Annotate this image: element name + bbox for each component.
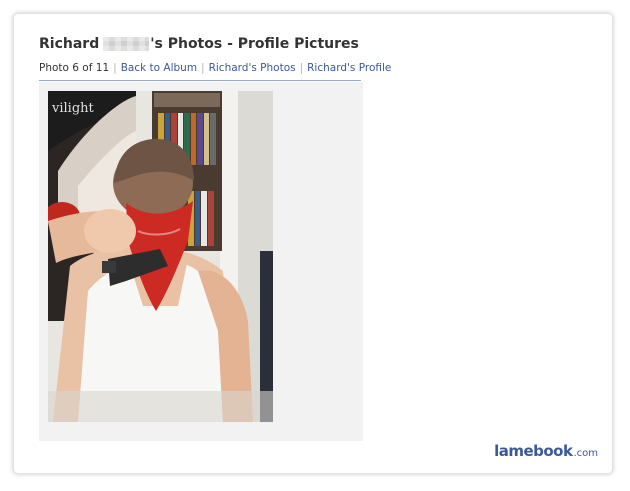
title-name: Richard	[39, 36, 100, 52]
censored-surname-block	[103, 37, 150, 51]
separator: |	[113, 62, 117, 74]
separator: |	[201, 62, 205, 74]
lamebook-logo[interactable]: lamebook.com	[494, 442, 598, 460]
title-suffix: 's Photos - Profile Pictures	[150, 36, 359, 52]
brand-suffix: .com	[573, 448, 598, 459]
photo-frame: vilight	[39, 82, 363, 441]
profile-photo[interactable]: vilight	[48, 91, 273, 422]
back-to-album-link[interactable]: Back to Album	[121, 62, 197, 74]
page-title: Richard 's Photos - Profile Pictures	[39, 36, 359, 52]
poster-text: vilight	[51, 101, 95, 116]
brand-name: lamebook	[494, 442, 573, 460]
photo-card: Richard 's Photos - Profile Pictures Pho…	[13, 13, 613, 474]
user-profile-link[interactable]: Richard's Profile	[307, 62, 391, 74]
photo-counter: Photo 6 of 11	[39, 62, 110, 74]
user-photos-link[interactable]: Richard's Photos	[209, 62, 296, 74]
photo-navigation: Photo 6 of 11 | Back to Album | Richard'…	[39, 62, 391, 81]
separator: |	[299, 62, 304, 74]
